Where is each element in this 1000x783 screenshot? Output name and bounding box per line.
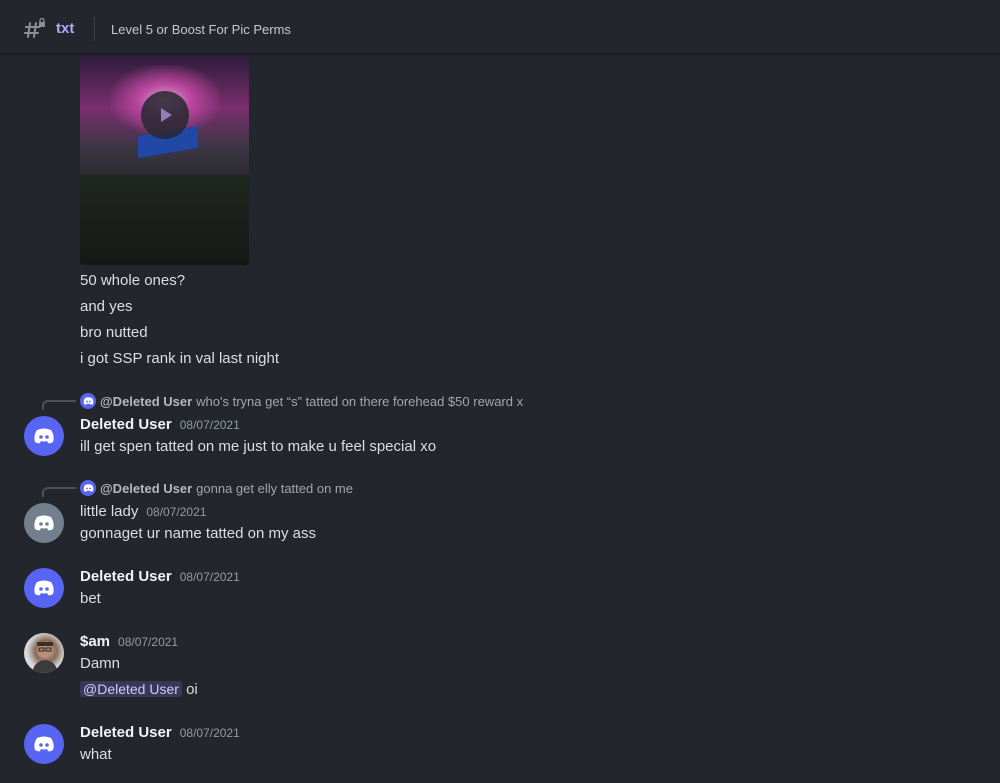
play-button[interactable] (141, 91, 189, 139)
timestamp: 08/07/2021 (118, 635, 179, 649)
reply-author[interactable]: @Deleted User (100, 481, 192, 496)
reply-author[interactable]: @Deleted User (100, 394, 192, 409)
message-header: $am 08/07/2021 (80, 633, 178, 650)
message-text: 50 whole ones? (80, 272, 186, 289)
message-header: Deleted User 08/07/2021 (80, 568, 240, 585)
channel-header: txt Level 5 or Boost For Pic Perms (0, 0, 1000, 54)
avatar[interactable] (24, 503, 64, 543)
user-photo-icon (32, 642, 58, 673)
reply-preview[interactable]: @Deleted User gonna get elly tatted on m… (80, 480, 353, 496)
video-thumbnail-floor (80, 175, 249, 265)
timestamp: 08/07/2021 (179, 726, 240, 740)
reply-spine (42, 400, 76, 410)
reply-text[interactable]: who's tryna get “s” tatted on there fore… (196, 394, 523, 409)
message-header: Deleted User 08/07/2021 (80, 416, 240, 433)
discord-logo-icon (34, 580, 54, 596)
channel-topic[interactable]: Level 5 or Boost For Pic Perms (111, 22, 291, 37)
discord-logo-icon (34, 515, 54, 531)
author-name[interactable]: Deleted User (80, 568, 172, 585)
message-header: Deleted User 08/07/2021 (80, 724, 240, 741)
author-name[interactable]: Deleted User (80, 416, 172, 433)
author-name[interactable]: Deleted User (80, 724, 172, 741)
message-text: oi (186, 681, 198, 698)
header-divider (94, 17, 95, 41)
message-text: bet (80, 590, 101, 607)
discord-logo-icon (80, 480, 96, 496)
avatar[interactable] (24, 568, 64, 608)
discord-logo-icon (34, 736, 54, 752)
message-text: ill get spen tatted on me just to make u… (80, 438, 437, 455)
message-text: what (80, 746, 112, 763)
discord-logo-icon (34, 428, 54, 444)
message-text: i got SSP rank in val last night (80, 350, 279, 367)
message-text: and yes (80, 298, 133, 315)
avatar[interactable] (24, 724, 64, 764)
message-text: bro nutted (80, 324, 148, 341)
reply-text[interactable]: gonna get elly tatted on me (196, 481, 353, 496)
avatar[interactable] (24, 633, 64, 673)
locked-channel-icon (24, 18, 45, 38)
video-attachment[interactable] (80, 55, 249, 265)
timestamp: 08/07/2021 (146, 505, 207, 519)
channel-name[interactable]: txt (56, 20, 74, 37)
timestamp: 08/07/2021 (179, 418, 240, 432)
avatar[interactable] (24, 416, 64, 456)
author-name[interactable]: little lady (80, 503, 138, 520)
play-icon (161, 108, 172, 122)
message-text: gonnaget ur name tatted on my ass (80, 525, 316, 542)
user-mention[interactable]: @Deleted User (80, 681, 182, 697)
message-header: little lady 08/07/2021 (80, 503, 206, 520)
message-text: Damn (80, 655, 121, 672)
timestamp: 08/07/2021 (179, 570, 240, 584)
message-text-with-mention: @Deleted User oi (80, 681, 198, 698)
reply-spine (42, 487, 76, 497)
reply-preview[interactable]: @Deleted User who's tryna get “s” tatted… (80, 393, 523, 409)
author-name[interactable]: $am (80, 633, 110, 650)
discord-logo-icon (80, 393, 96, 409)
